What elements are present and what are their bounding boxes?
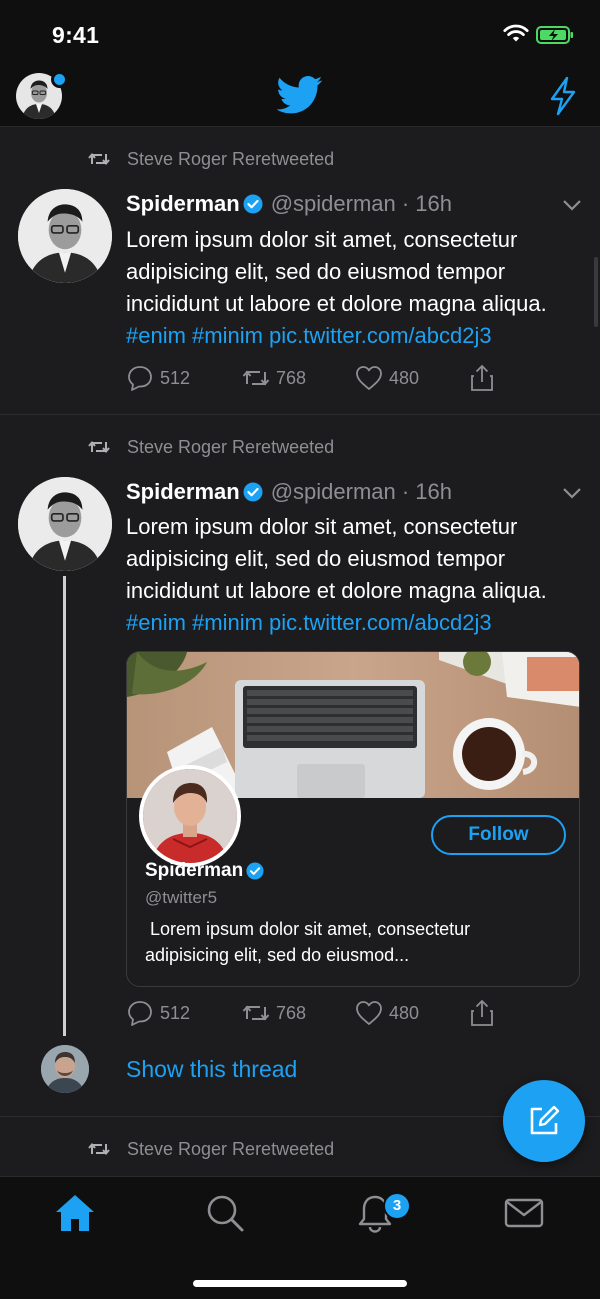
author-handle-time: @spiderman · 16h [270, 479, 453, 504]
verified-badge-icon [246, 862, 264, 880]
like-count: 480 [389, 367, 420, 388]
author-name[interactable]: Spiderman [126, 191, 240, 217]
reply-icon [128, 366, 152, 391]
home-indicator [193, 1280, 407, 1287]
reply-icon [128, 1001, 152, 1026]
status-time: 9:41 [52, 22, 100, 48]
card-description-line: Lorem ipsum dolor sit amet, consectetur [145, 919, 471, 939]
card-handle: @twitter5 [145, 888, 218, 907]
like-button[interactable]: 480 [355, 363, 419, 393]
retweet-icon [88, 1142, 110, 1156]
heart-icon [356, 366, 382, 390]
tweet-text-line: incididunt ut labore et dolore magna ali… [126, 578, 547, 603]
retweet-context: Steve Roger Reretweeted [88, 148, 334, 170]
tweet-hashtags-link[interactable]: #enim #minim pic.twitter.com/abcd2j3 [126, 320, 586, 352]
tweet-text-line: adipisicing elit, sed do eiusmod tempor [126, 546, 506, 571]
messages-icon[interactable] [504, 1197, 544, 1229]
tweet-text: Lorem ipsum dolor sit amet, consectetur … [126, 224, 586, 352]
reply-button[interactable]: 512 [126, 998, 190, 1028]
retweet-context: Steve Roger Reretweeted [88, 1138, 334, 1160]
card-name[interactable]: Spiderman [145, 860, 243, 882]
share-icon [471, 999, 493, 1026]
verified-badge-icon [243, 194, 263, 214]
notification-dot [51, 71, 68, 88]
retweet-button[interactable]: 768 [242, 363, 306, 393]
tweet-actions: 512 768 480 [126, 998, 506, 1028]
author-handle-time: @spiderman · 16h [270, 191, 453, 216]
profile-card[interactable]: Follow Spiderman @twitter5 Lorem ipsum d… [126, 651, 580, 987]
retweet-context-label: Steve Roger Reretweeted [127, 436, 335, 457]
share-button[interactable] [470, 998, 494, 1028]
compose-tweet-button[interactable] [503, 1080, 585, 1162]
top-nav-bar [0, 66, 600, 127]
tweet-divider [0, 414, 600, 415]
scrollbar[interactable] [594, 257, 598, 327]
battery-icon [536, 26, 573, 44]
retweet-count: 768 [276, 1002, 307, 1023]
reply-button[interactable]: 512 [126, 363, 190, 393]
search-icon[interactable] [205, 1193, 245, 1233]
tweet-header: Spiderman @spiderman · 16h [126, 190, 452, 218]
compose-icon [530, 1105, 560, 1135]
tweet-actions: 512 768 480 [126, 363, 506, 393]
wifi-icon [503, 24, 529, 42]
card-description-line: adipisicing elit, sed do eiusmod... [145, 945, 410, 965]
tweet-author-avatar[interactable] [18, 477, 112, 571]
author-name[interactable]: Spiderman [126, 479, 240, 505]
reply-count: 512 [160, 1002, 191, 1023]
card-profile-avatar[interactable] [139, 765, 241, 867]
like-count: 480 [389, 1002, 420, 1023]
lightning-bolt-icon[interactable] [548, 76, 578, 116]
like-button[interactable]: 480 [355, 998, 419, 1028]
tweet-text-line: Lorem ipsum dolor sit amet, consectetur [126, 227, 518, 252]
retweet-icon [242, 370, 270, 386]
twitter-bird-icon[interactable] [277, 75, 323, 115]
tweet-author-avatar[interactable] [18, 189, 112, 283]
retweet-icon [88, 440, 110, 454]
retweet-button[interactable]: 768 [242, 998, 306, 1028]
bottom-tab-bar: 3 [0, 1176, 600, 1299]
share-icon [471, 364, 493, 391]
heart-icon [356, 1001, 382, 1025]
tweet-hashtags-link[interactable]: #enim #minim pic.twitter.com/abcd2j3 [126, 607, 586, 639]
thread-connector-line [63, 576, 66, 1036]
card-description: Lorem ipsum dolor sit amet, consectetur … [145, 916, 565, 968]
retweet-count: 768 [276, 367, 307, 388]
share-button[interactable] [470, 363, 494, 393]
status-bar: 9:41 [0, 0, 600, 66]
chevron-down-icon[interactable] [562, 486, 582, 500]
chevron-down-icon[interactable] [562, 198, 582, 212]
tweet-header: Spiderman @spiderman · 16h [126, 478, 452, 506]
card-name-row: Spiderman [145, 860, 264, 882]
reply-count: 512 [160, 367, 191, 388]
retweet-icon [88, 152, 110, 166]
retweet-context: Steve Roger Reretweeted [88, 436, 334, 458]
notifications-badge: 3 [383, 1192, 411, 1220]
retweet-icon [242, 1005, 270, 1021]
tweet-text: Lorem ipsum dolor sit amet, consectetur … [126, 511, 586, 639]
show-thread-link[interactable]: Show this thread [126, 1056, 297, 1083]
follow-button[interactable]: Follow [431, 815, 566, 855]
thread-author-avatar[interactable] [41, 1045, 89, 1093]
tweet-text-line: Lorem ipsum dolor sit amet, consectetur [126, 514, 518, 539]
retweet-context-label: Steve Roger Reretweeted [127, 148, 335, 169]
tweet-text-line: incididunt ut labore et dolore magna ali… [126, 291, 547, 316]
home-icon[interactable] [54, 1193, 96, 1233]
retweet-context-label: Steve Roger Reretweeted [127, 1138, 335, 1159]
verified-badge-icon [243, 482, 263, 502]
tweet-text-line: adipisicing elit, sed do eiusmod tempor [126, 259, 506, 284]
